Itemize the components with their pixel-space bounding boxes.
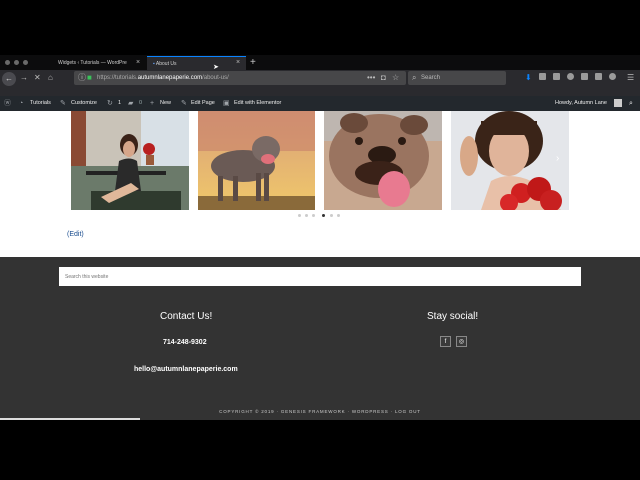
url-path: /about-us/: [202, 75, 229, 81]
dashboard-icon: ◔: [19, 100, 24, 107]
library-icon[interactable]: [539, 73, 546, 80]
comments-icon: ▰: [128, 100, 134, 107]
extension-icon[interactable]: [581, 73, 588, 80]
tab-close-icon[interactable]: ×: [236, 57, 240, 69]
carousel-dot-active[interactable]: [322, 214, 325, 217]
phone-number[interactable]: 714-248-9302: [163, 339, 207, 346]
edit-with-elementor-link[interactable]: Edit with Elementor: [234, 96, 281, 111]
gallery-image-woman-red[interactable]: [451, 111, 569, 210]
window-close-control[interactable]: [5, 60, 10, 65]
comments-count[interactable]: 0: [139, 96, 142, 111]
gallery-image-woman-balcony[interactable]: [71, 111, 189, 210]
info-icon[interactable]: ⓘ: [78, 72, 86, 84]
back-button-icon[interactable]: ←: [2, 72, 16, 86]
footer-search-input[interactable]: [59, 267, 581, 286]
stop-loading-icon[interactable]: ✕: [34, 72, 41, 84]
customize-icon: ✎: [60, 100, 66, 107]
pocket-icon[interactable]: ◘: [381, 72, 386, 84]
updates-icon: ↻: [107, 100, 113, 107]
window-maximize-control[interactable]: [23, 60, 28, 65]
url-domain: autumnlanepaperie.com: [137, 75, 203, 81]
carousel-dot[interactable]: [330, 214, 333, 217]
gallery-image-dog-closeup[interactable]: [324, 111, 442, 210]
carousel-dot[interactable]: [298, 214, 301, 217]
social-heading: Stay social!: [427, 311, 479, 322]
woman-red-illustration: [451, 111, 569, 210]
carousel-dot[interactable]: [305, 214, 308, 217]
download-icon[interactable]: ⬇: [525, 72, 532, 84]
search-icon[interactable]: ⌕: [629, 96, 633, 111]
woman-balcony-illustration: [71, 111, 189, 210]
search-placeholder: Search: [421, 75, 441, 81]
video-letterbox-top: [0, 0, 640, 55]
edit-pencil-icon: ✎: [181, 100, 187, 107]
email-link[interactable]: hello@autumnlanepaperie.com: [134, 366, 238, 373]
page-actions-icon[interactable]: •••: [367, 72, 375, 84]
bookmark-star-icon[interactable]: ☆: [392, 72, 399, 84]
tab-label: About Us: [155, 61, 177, 67]
tab-about-us[interactable]: ▪ About Us: [147, 56, 246, 70]
carousel-dot[interactable]: [312, 214, 315, 217]
new-tab-icon[interactable]: +: [250, 56, 256, 69]
dog-closeup-illustration: [324, 111, 442, 210]
lock-icon: ■: [87, 73, 92, 82]
copyright-text: COPYRIGHT © 2019 · GENESIS FRAMEWORK · W…: [219, 409, 421, 414]
tab-label: Widgets ‹ Tutorials — WordPre: [58, 60, 127, 66]
tab-close-icon[interactable]: ×: [136, 57, 140, 69]
new-link[interactable]: New: [160, 96, 171, 111]
howdy-link[interactable]: Howdy, Autumn Lane: [555, 96, 607, 111]
dog-field-illustration: [198, 111, 315, 210]
contact-heading: Contact Us!: [160, 311, 213, 322]
window-minimize-control[interactable]: [14, 60, 19, 65]
edit-link[interactable]: (Edit): [67, 231, 84, 238]
tab-widgets[interactable]: Widgets ‹ Tutorials — WordPre: [52, 56, 145, 70]
sync-icon[interactable]: [567, 73, 574, 80]
elementor-icon: ▣: [223, 100, 230, 107]
carousel-next-icon[interactable]: ›: [556, 153, 559, 164]
sidebar-icon[interactable]: [553, 73, 560, 80]
video-letterbox-bottom: [0, 420, 640, 480]
edit-page-link[interactable]: Edit Page: [191, 96, 215, 111]
instagram-icon[interactable]: ◎: [456, 336, 467, 347]
avatar[interactable]: [614, 99, 622, 107]
home-icon[interactable]: ⌂: [48, 72, 53, 84]
facebook-icon[interactable]: f: [440, 336, 451, 347]
customize-link[interactable]: Customize: [71, 96, 97, 111]
account-icon[interactable]: [609, 73, 616, 80]
new-icon: +: [150, 100, 155, 107]
site-name-link[interactable]: Tutorials: [30, 96, 51, 111]
url-text[interactable]: https://tutorials.autumnlanepaperie.com/…: [97, 71, 229, 85]
carousel-dot[interactable]: [337, 214, 340, 217]
search-icon: ⌕: [412, 73, 417, 82]
wordpress-logo-icon[interactable]: ⓦ: [4, 96, 11, 111]
gallery-image-dog-field[interactable]: [198, 111, 315, 210]
updates-count[interactable]: 1: [118, 96, 121, 111]
screenshot-icon[interactable]: [595, 73, 602, 80]
menu-icon[interactable]: ☰: [627, 72, 634, 84]
forward-icon[interactable]: →: [20, 72, 28, 84]
url-prefix: https://tutorials.: [97, 75, 138, 81]
